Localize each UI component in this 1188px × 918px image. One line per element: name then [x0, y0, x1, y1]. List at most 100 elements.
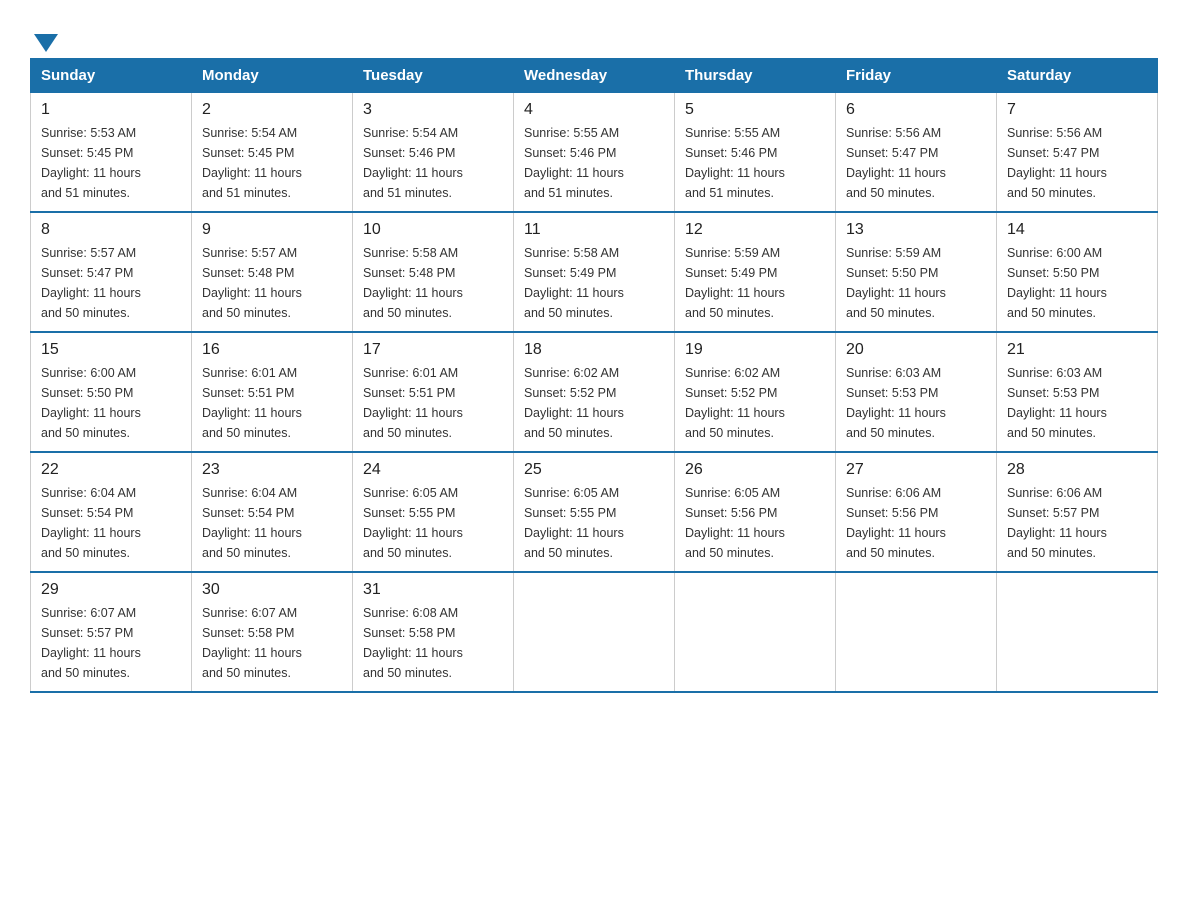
- day-number: 9: [202, 221, 342, 239]
- day-header-friday: Friday: [836, 59, 997, 93]
- day-number: 7: [1007, 101, 1147, 119]
- calendar-cell: 4 Sunrise: 5:55 AM Sunset: 5:46 PM Dayli…: [514, 93, 675, 213]
- day-info: Sunrise: 5:56 AM Sunset: 5:47 PM Dayligh…: [1007, 123, 1147, 203]
- day-number: 2: [202, 101, 342, 119]
- day-number: 17: [363, 341, 503, 359]
- logo: [30, 30, 58, 48]
- day-info: Sunrise: 5:54 AM Sunset: 5:46 PM Dayligh…: [363, 123, 503, 203]
- calendar-cell: [675, 572, 836, 692]
- day-info: Sunrise: 6:06 AM Sunset: 5:57 PM Dayligh…: [1007, 483, 1147, 563]
- calendar-cell: 11 Sunrise: 5:58 AM Sunset: 5:49 PM Dayl…: [514, 212, 675, 332]
- day-number: 21: [1007, 341, 1147, 359]
- calendar-week-5: 29 Sunrise: 6:07 AM Sunset: 5:57 PM Dayl…: [31, 572, 1158, 692]
- day-header-saturday: Saturday: [997, 59, 1158, 93]
- calendar-cell: 26 Sunrise: 6:05 AM Sunset: 5:56 PM Dayl…: [675, 452, 836, 572]
- day-number: 1: [41, 101, 181, 119]
- day-number: 28: [1007, 461, 1147, 479]
- calendar-cell: 19 Sunrise: 6:02 AM Sunset: 5:52 PM Dayl…: [675, 332, 836, 452]
- day-info: Sunrise: 6:00 AM Sunset: 5:50 PM Dayligh…: [1007, 243, 1147, 323]
- calendar-cell: 9 Sunrise: 5:57 AM Sunset: 5:48 PM Dayli…: [192, 212, 353, 332]
- day-number: 23: [202, 461, 342, 479]
- day-info: Sunrise: 5:55 AM Sunset: 5:46 PM Dayligh…: [685, 123, 825, 203]
- day-info: Sunrise: 6:07 AM Sunset: 5:58 PM Dayligh…: [202, 603, 342, 683]
- calendar-cell: 23 Sunrise: 6:04 AM Sunset: 5:54 PM Dayl…: [192, 452, 353, 572]
- day-number: 11: [524, 221, 664, 239]
- day-info: Sunrise: 6:01 AM Sunset: 5:51 PM Dayligh…: [363, 363, 503, 443]
- day-header-monday: Monday: [192, 59, 353, 93]
- calendar-header-row: SundayMondayTuesdayWednesdayThursdayFrid…: [31, 59, 1158, 93]
- day-number: 8: [41, 221, 181, 239]
- calendar-cell: 27 Sunrise: 6:06 AM Sunset: 5:56 PM Dayl…: [836, 452, 997, 572]
- day-info: Sunrise: 6:04 AM Sunset: 5:54 PM Dayligh…: [41, 483, 181, 563]
- day-info: Sunrise: 6:02 AM Sunset: 5:52 PM Dayligh…: [524, 363, 664, 443]
- day-number: 30: [202, 581, 342, 599]
- calendar-cell: [514, 572, 675, 692]
- calendar-cell: 8 Sunrise: 5:57 AM Sunset: 5:47 PM Dayli…: [31, 212, 192, 332]
- day-info: Sunrise: 5:56 AM Sunset: 5:47 PM Dayligh…: [846, 123, 986, 203]
- day-number: 15: [41, 341, 181, 359]
- day-info: Sunrise: 6:01 AM Sunset: 5:51 PM Dayligh…: [202, 363, 342, 443]
- day-info: Sunrise: 6:00 AM Sunset: 5:50 PM Dayligh…: [41, 363, 181, 443]
- calendar-cell: 12 Sunrise: 5:59 AM Sunset: 5:49 PM Dayl…: [675, 212, 836, 332]
- day-info: Sunrise: 5:53 AM Sunset: 5:45 PM Dayligh…: [41, 123, 181, 203]
- day-number: 31: [363, 581, 503, 599]
- day-info: Sunrise: 5:57 AM Sunset: 5:48 PM Dayligh…: [202, 243, 342, 323]
- day-info: Sunrise: 6:03 AM Sunset: 5:53 PM Dayligh…: [846, 363, 986, 443]
- day-number: 4: [524, 101, 664, 119]
- day-header-sunday: Sunday: [31, 59, 192, 93]
- day-info: Sunrise: 6:02 AM Sunset: 5:52 PM Dayligh…: [685, 363, 825, 443]
- calendar-cell: [997, 572, 1158, 692]
- day-header-thursday: Thursday: [675, 59, 836, 93]
- day-header-wednesday: Wednesday: [514, 59, 675, 93]
- calendar-cell: 16 Sunrise: 6:01 AM Sunset: 5:51 PM Dayl…: [192, 332, 353, 452]
- day-number: 29: [41, 581, 181, 599]
- logo-arrow-icon: [34, 34, 58, 52]
- day-info: Sunrise: 6:07 AM Sunset: 5:57 PM Dayligh…: [41, 603, 181, 683]
- day-header-tuesday: Tuesday: [353, 59, 514, 93]
- logo-general-text: [30, 30, 58, 52]
- day-number: 14: [1007, 221, 1147, 239]
- calendar-cell: 5 Sunrise: 5:55 AM Sunset: 5:46 PM Dayli…: [675, 93, 836, 213]
- day-info: Sunrise: 5:59 AM Sunset: 5:49 PM Dayligh…: [685, 243, 825, 323]
- day-number: 16: [202, 341, 342, 359]
- day-number: 25: [524, 461, 664, 479]
- day-info: Sunrise: 5:58 AM Sunset: 5:48 PM Dayligh…: [363, 243, 503, 323]
- day-number: 19: [685, 341, 825, 359]
- day-info: Sunrise: 5:55 AM Sunset: 5:46 PM Dayligh…: [524, 123, 664, 203]
- calendar-cell: 13 Sunrise: 5:59 AM Sunset: 5:50 PM Dayl…: [836, 212, 997, 332]
- calendar-table: SundayMondayTuesdayWednesdayThursdayFrid…: [30, 58, 1158, 693]
- day-number: 5: [685, 101, 825, 119]
- calendar-week-3: 15 Sunrise: 6:00 AM Sunset: 5:50 PM Dayl…: [31, 332, 1158, 452]
- day-number: 6: [846, 101, 986, 119]
- calendar-cell: 1 Sunrise: 5:53 AM Sunset: 5:45 PM Dayli…: [31, 93, 192, 213]
- day-info: Sunrise: 5:58 AM Sunset: 5:49 PM Dayligh…: [524, 243, 664, 323]
- calendar-week-1: 1 Sunrise: 5:53 AM Sunset: 5:45 PM Dayli…: [31, 93, 1158, 213]
- calendar-cell: 29 Sunrise: 6:07 AM Sunset: 5:57 PM Dayl…: [31, 572, 192, 692]
- calendar-cell: 24 Sunrise: 6:05 AM Sunset: 5:55 PM Dayl…: [353, 452, 514, 572]
- calendar-week-4: 22 Sunrise: 6:04 AM Sunset: 5:54 PM Dayl…: [31, 452, 1158, 572]
- day-number: 22: [41, 461, 181, 479]
- day-info: Sunrise: 6:08 AM Sunset: 5:58 PM Dayligh…: [363, 603, 503, 683]
- calendar-cell: 14 Sunrise: 6:00 AM Sunset: 5:50 PM Dayl…: [997, 212, 1158, 332]
- calendar-cell: 10 Sunrise: 5:58 AM Sunset: 5:48 PM Dayl…: [353, 212, 514, 332]
- day-number: 24: [363, 461, 503, 479]
- day-info: Sunrise: 6:04 AM Sunset: 5:54 PM Dayligh…: [202, 483, 342, 563]
- calendar-cell: 17 Sunrise: 6:01 AM Sunset: 5:51 PM Dayl…: [353, 332, 514, 452]
- day-info: Sunrise: 6:03 AM Sunset: 5:53 PM Dayligh…: [1007, 363, 1147, 443]
- calendar-cell: 3 Sunrise: 5:54 AM Sunset: 5:46 PM Dayli…: [353, 93, 514, 213]
- day-number: 18: [524, 341, 664, 359]
- calendar-cell: 20 Sunrise: 6:03 AM Sunset: 5:53 PM Dayl…: [836, 332, 997, 452]
- calendar-cell: [836, 572, 997, 692]
- day-info: Sunrise: 6:05 AM Sunset: 5:56 PM Dayligh…: [685, 483, 825, 563]
- day-info: Sunrise: 6:05 AM Sunset: 5:55 PM Dayligh…: [363, 483, 503, 563]
- day-number: 10: [363, 221, 503, 239]
- day-info: Sunrise: 6:06 AM Sunset: 5:56 PM Dayligh…: [846, 483, 986, 563]
- calendar-cell: 18 Sunrise: 6:02 AM Sunset: 5:52 PM Dayl…: [514, 332, 675, 452]
- day-info: Sunrise: 5:59 AM Sunset: 5:50 PM Dayligh…: [846, 243, 986, 323]
- calendar-cell: 30 Sunrise: 6:07 AM Sunset: 5:58 PM Dayl…: [192, 572, 353, 692]
- calendar-cell: 7 Sunrise: 5:56 AM Sunset: 5:47 PM Dayli…: [997, 93, 1158, 213]
- calendar-cell: 2 Sunrise: 5:54 AM Sunset: 5:45 PM Dayli…: [192, 93, 353, 213]
- day-number: 3: [363, 101, 503, 119]
- day-number: 13: [846, 221, 986, 239]
- calendar-week-2: 8 Sunrise: 5:57 AM Sunset: 5:47 PM Dayli…: [31, 212, 1158, 332]
